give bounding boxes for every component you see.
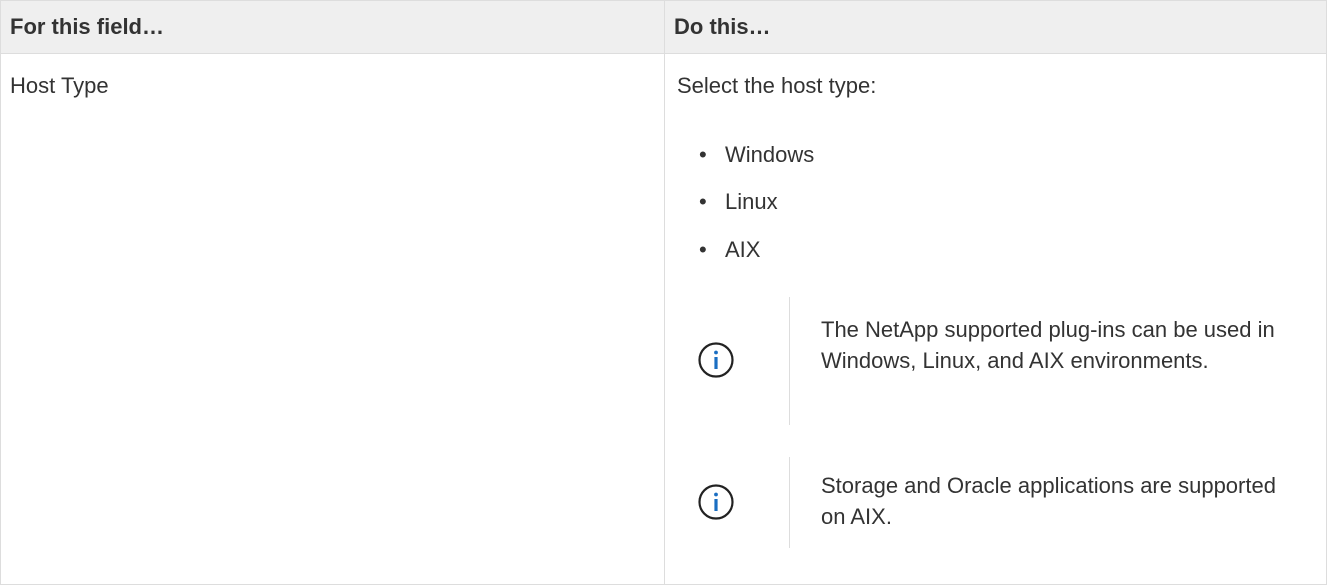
- field-table: For this field… Do this… Host Type Selec…: [0, 0, 1327, 585]
- list-item: • AIX: [699, 237, 760, 263]
- list-item-label: AIX: [725, 237, 761, 262]
- info-icon: [698, 342, 734, 378]
- info-icon: [698, 484, 734, 520]
- bullet-icon: •: [699, 237, 707, 262]
- note-separator: [789, 457, 790, 548]
- note-separator: [789, 297, 790, 425]
- column-header-action: Do this…: [674, 14, 771, 39]
- note-text: Storage and Oracle applications are supp…: [821, 473, 1276, 529]
- list-item: • Windows: [699, 142, 814, 168]
- note-text: The NetApp supported plug-ins can be use…: [821, 317, 1275, 373]
- list-item-label: Linux: [725, 189, 778, 214]
- column-divider: [664, 1, 665, 585]
- instruction-text: Select the host type:: [677, 73, 877, 98]
- column-header-field: For this field…: [10, 14, 164, 39]
- note-callout: Storage and Oracle applications are supp…: [677, 457, 1317, 548]
- list-item: • Linux: [699, 189, 778, 215]
- bullet-icon: •: [699, 142, 707, 167]
- list-item-label: Windows: [725, 142, 815, 167]
- bullet-icon: •: [699, 189, 707, 214]
- field-name-cell: Host Type: [10, 73, 109, 98]
- note-callout: The NetApp supported plug-ins can be use…: [677, 297, 1317, 425]
